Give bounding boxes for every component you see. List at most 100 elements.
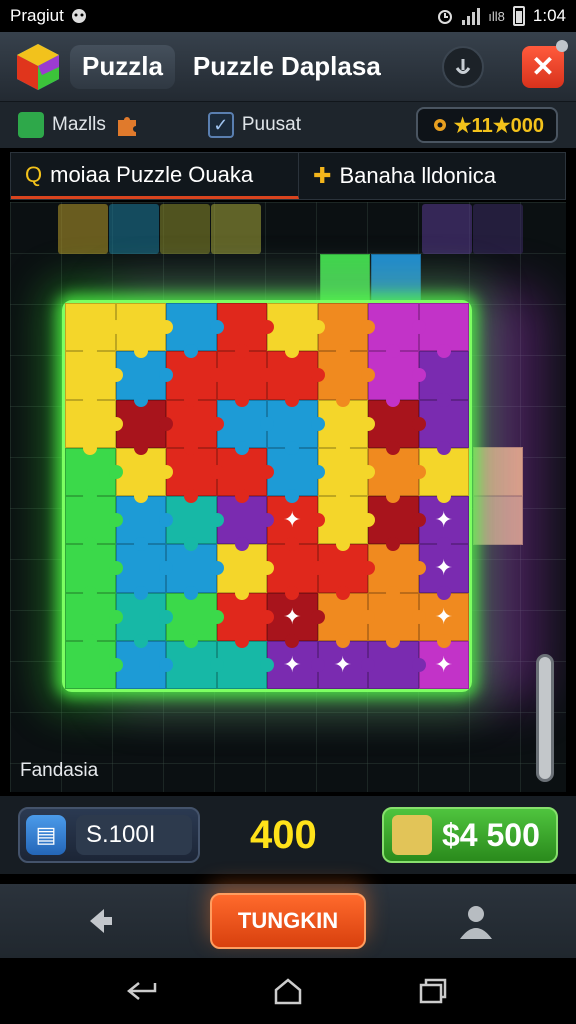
puzzle-piece[interactable] <box>368 544 425 600</box>
info-button[interactable] <box>442 45 484 88</box>
loose-puzzle-piece[interactable] <box>371 254 421 303</box>
puzzle-piece[interactable] <box>216 592 274 648</box>
puzzle-piece[interactable] <box>115 447 173 503</box>
puzzle-piece[interactable] <box>418 351 469 407</box>
puzzle-piece[interactable]: ✦ <box>267 592 324 648</box>
puzzle-piece[interactable] <box>317 592 375 648</box>
toolbar-item-1[interactable]: Mazlls <box>18 112 140 138</box>
puzzle-piece[interactable] <box>65 399 122 455</box>
primary-action-button[interactable]: TUNGKIN <box>210 893 366 949</box>
toolbar-item-2[interactable]: ✓ Puusat <box>207 112 301 138</box>
puzzle-piece[interactable] <box>317 351 375 407</box>
profile-button[interactable] <box>456 901 496 941</box>
sparkle-icon: ✦ <box>434 603 453 629</box>
piece-knob <box>386 633 401 648</box>
puzzle-piece[interactable] <box>317 447 375 503</box>
loose-puzzle-piece[interactable] <box>473 447 523 496</box>
puzzle-piece[interactable] <box>317 303 375 359</box>
puzzle-piece[interactable] <box>267 447 324 503</box>
system-recents-button[interactable] <box>413 971 453 1011</box>
loose-puzzle-piece[interactable] <box>473 496 523 545</box>
tab-banaha[interactable]: ✚ Banaha lldonica <box>299 153 510 199</box>
system-back-button[interactable] <box>123 971 163 1011</box>
puzzle-piece[interactable] <box>65 447 122 503</box>
puzzle-piece[interactable] <box>267 544 324 600</box>
puzzle-piece[interactable]: ✦ <box>418 544 469 600</box>
sparkle-icon: ✦ <box>434 507 453 533</box>
back-button[interactable] <box>80 901 120 941</box>
puzzle-piece[interactable] <box>368 447 425 503</box>
piece-knob <box>335 344 350 359</box>
page-title: Puzzle Daplasa <box>192 51 381 81</box>
puzzle-piece[interactable] <box>166 303 223 359</box>
puzzle-piece[interactable] <box>317 399 375 455</box>
puzzle-piece[interactable] <box>115 399 173 455</box>
puzzle-piece[interactable] <box>115 544 173 600</box>
puzzle-piece[interactable]: ✦ <box>317 640 375 689</box>
puzzle-piece[interactable] <box>115 496 173 552</box>
puzzle-piece[interactable] <box>115 640 173 689</box>
loose-puzzle-piece[interactable] <box>320 254 370 303</box>
puzzle-piece[interactable] <box>216 399 274 455</box>
puzzle-piece[interactable] <box>267 303 324 359</box>
puzzle-piece[interactable] <box>418 399 469 455</box>
puzzle-piece[interactable] <box>267 399 324 455</box>
piece-knob <box>436 392 451 407</box>
faded-piece <box>160 204 210 254</box>
puzzle-piece[interactable] <box>166 496 223 552</box>
puzzle-piece[interactable] <box>65 640 122 689</box>
android-icon <box>70 7 88 25</box>
puzzle-piece[interactable] <box>166 592 223 648</box>
clock: 1:04 <box>532 6 566 25</box>
puzzle-piece[interactable] <box>65 496 122 552</box>
puzzle-piece[interactable] <box>65 303 122 359</box>
puzzle-piece[interactable] <box>368 592 425 648</box>
puzzle-piece[interactable] <box>216 303 274 359</box>
puzzle-piece[interactable] <box>216 640 274 689</box>
puzzle-piece[interactable] <box>166 640 223 689</box>
puzzle-piece[interactable] <box>216 496 274 552</box>
puzzle-piece[interactable] <box>368 303 425 359</box>
app-name[interactable]: Puzzla <box>70 44 175 89</box>
puzzle-piece[interactable] <box>267 351 324 407</box>
close-icon: ✕ <box>531 51 555 82</box>
wallet-icon: ▤ <box>26 815 66 855</box>
puzzle-piece[interactable] <box>166 399 223 455</box>
puzzle-piece[interactable]: ✦ <box>418 640 469 689</box>
puzzle-piece[interactable] <box>166 544 223 600</box>
puzzle-piece[interactable]: ✦ <box>267 640 324 689</box>
puzzle-piece[interactable]: ✦ <box>267 496 324 552</box>
puzzle-piece[interactable] <box>317 544 375 600</box>
piece-knob <box>184 585 199 600</box>
puzzle-piece[interactable] <box>368 496 425 552</box>
puzzle-piece[interactable] <box>216 351 274 407</box>
tab-puzzle[interactable]: Q moiaa Puzzle Ouaka <box>11 153 299 199</box>
puzzle-piece[interactable] <box>115 303 173 359</box>
puzzle-piece[interactable] <box>216 544 274 600</box>
piece-knob <box>436 537 451 552</box>
puzzle-piece[interactable] <box>216 447 274 503</box>
system-home-button[interactable] <box>268 971 308 1011</box>
puzzle-piece[interactable] <box>166 351 223 407</box>
notification-dot <box>556 39 568 52</box>
puzzle-piece[interactable]: ✦ <box>418 592 469 648</box>
puzzle-piece[interactable] <box>166 447 223 503</box>
puzzle-piece[interactable] <box>65 544 122 600</box>
close-button[interactable]: ✕ <box>522 39 568 88</box>
puzzle-piece[interactable] <box>65 351 122 407</box>
puzzle-piece[interactable]: ✦ <box>418 496 469 552</box>
puzzle-board[interactable]: ✦ ✦ ✦ ✦ ✦ ✦ ✦ ✦ <box>62 300 472 692</box>
puzzle-piece[interactable] <box>368 399 425 455</box>
buy-button[interactable]: $4 500 <box>382 807 558 863</box>
puzzle-piece[interactable] <box>368 640 425 689</box>
puzzle-piece[interactable] <box>418 303 469 359</box>
puzzle-piece[interactable] <box>317 496 375 552</box>
piece-knob <box>234 344 249 359</box>
puzzle-piece[interactable] <box>368 351 425 407</box>
scrollbar[interactable] <box>536 654 554 782</box>
puzzle-piece[interactable] <box>115 351 173 407</box>
puzzle-piece[interactable] <box>115 592 173 648</box>
puzzle-piece[interactable] <box>65 592 122 648</box>
balance-display[interactable]: ▤ S.100I <box>18 807 200 863</box>
puzzle-piece[interactable] <box>418 447 469 503</box>
